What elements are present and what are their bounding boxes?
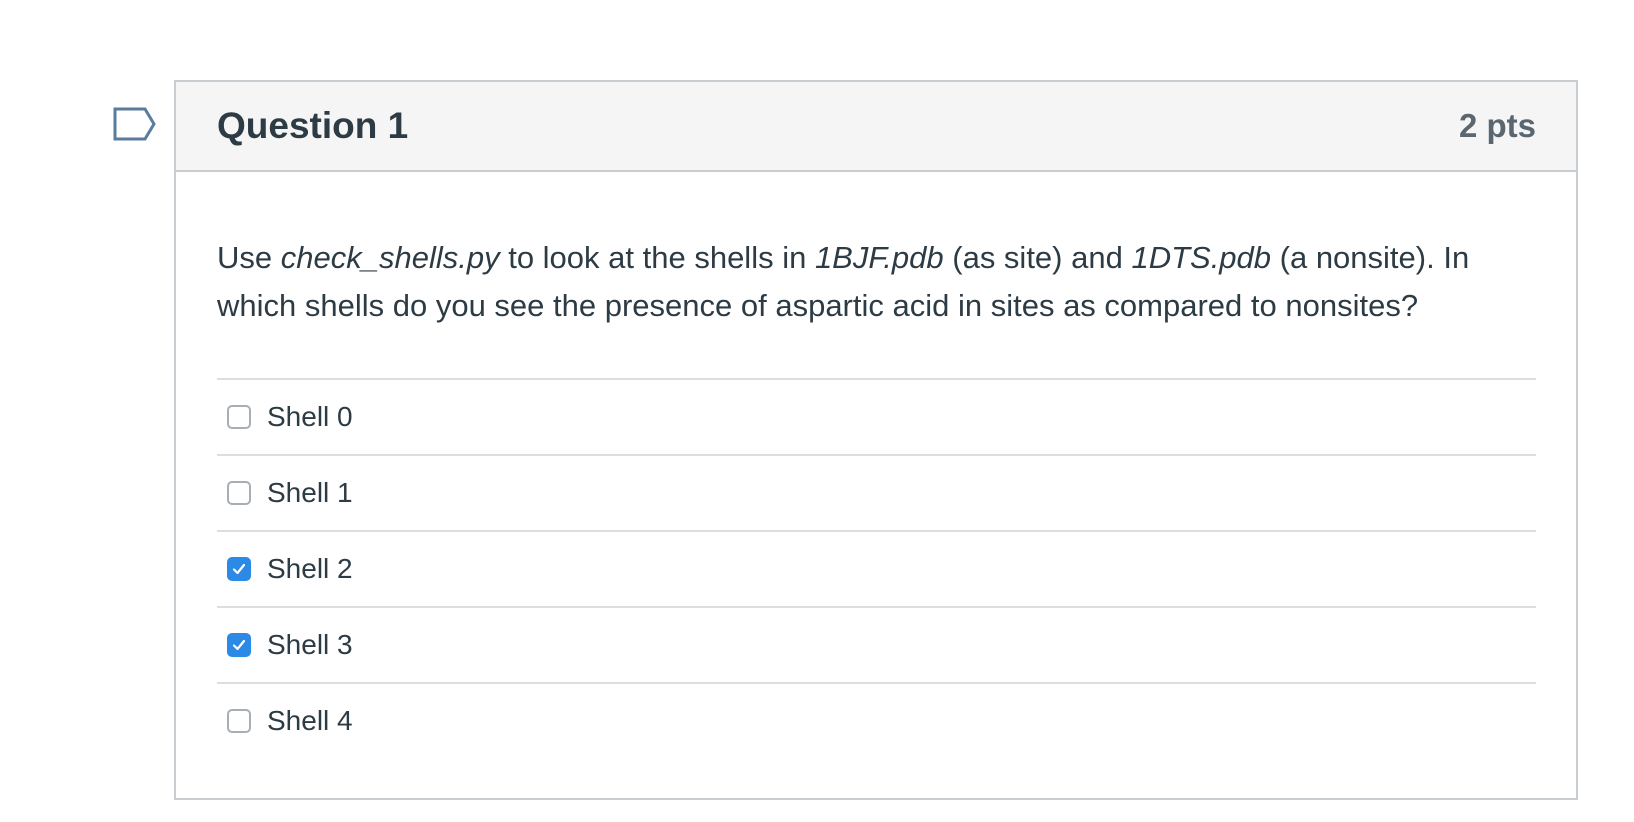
question-header: Question 1 2 pts: [176, 82, 1576, 172]
answer-checkbox[interactable]: [227, 709, 251, 733]
answer-option[interactable]: Shell 0: [217, 378, 1536, 454]
answer-label: Shell 3: [267, 629, 353, 660]
answer-option[interactable]: Shell 1: [217, 454, 1536, 530]
question-text-filename: 1BJF.pdb: [814, 240, 944, 275]
check-icon: [232, 563, 246, 575]
question-text-filename: check_shells.py: [280, 240, 500, 275]
answer-checkbox[interactable]: [227, 557, 251, 581]
answer-list: Shell 0 Shell 1 Shell 2 Shell 3 Shell 4: [217, 378, 1536, 758]
answer-label: Shell 0: [267, 401, 353, 432]
question-text-filename: 1DTS.pdb: [1131, 240, 1272, 275]
question-body: Use check_shells.py to look at the shell…: [176, 172, 1576, 758]
answer-label: Shell 2: [267, 553, 353, 584]
question-text-segment: to look at the shells in: [499, 240, 815, 275]
question-title: Question 1: [217, 105, 409, 146]
answer-option[interactable]: Shell 2: [217, 530, 1536, 606]
answer-label: Shell 4: [267, 705, 353, 736]
flag-question-icon[interactable]: [113, 107, 157, 141]
question-text: Use check_shells.py to look at the shell…: [217, 172, 1536, 330]
check-icon: [232, 639, 246, 651]
answer-label: Shell 1: [267, 477, 353, 508]
question-text-segment: (as site) and: [943, 240, 1132, 275]
answer-option[interactable]: Shell 3: [217, 606, 1536, 682]
answer-checkbox[interactable]: [227, 633, 251, 657]
answer-checkbox[interactable]: [227, 481, 251, 505]
answer-checkbox[interactable]: [227, 405, 251, 429]
question-points: 2 pts: [1458, 107, 1536, 144]
question-text-segment: Use: [217, 240, 281, 275]
question-card: Question 1 2 pts Use check_shells.py to …: [174, 80, 1578, 800]
answer-option[interactable]: Shell 4: [217, 682, 1536, 758]
